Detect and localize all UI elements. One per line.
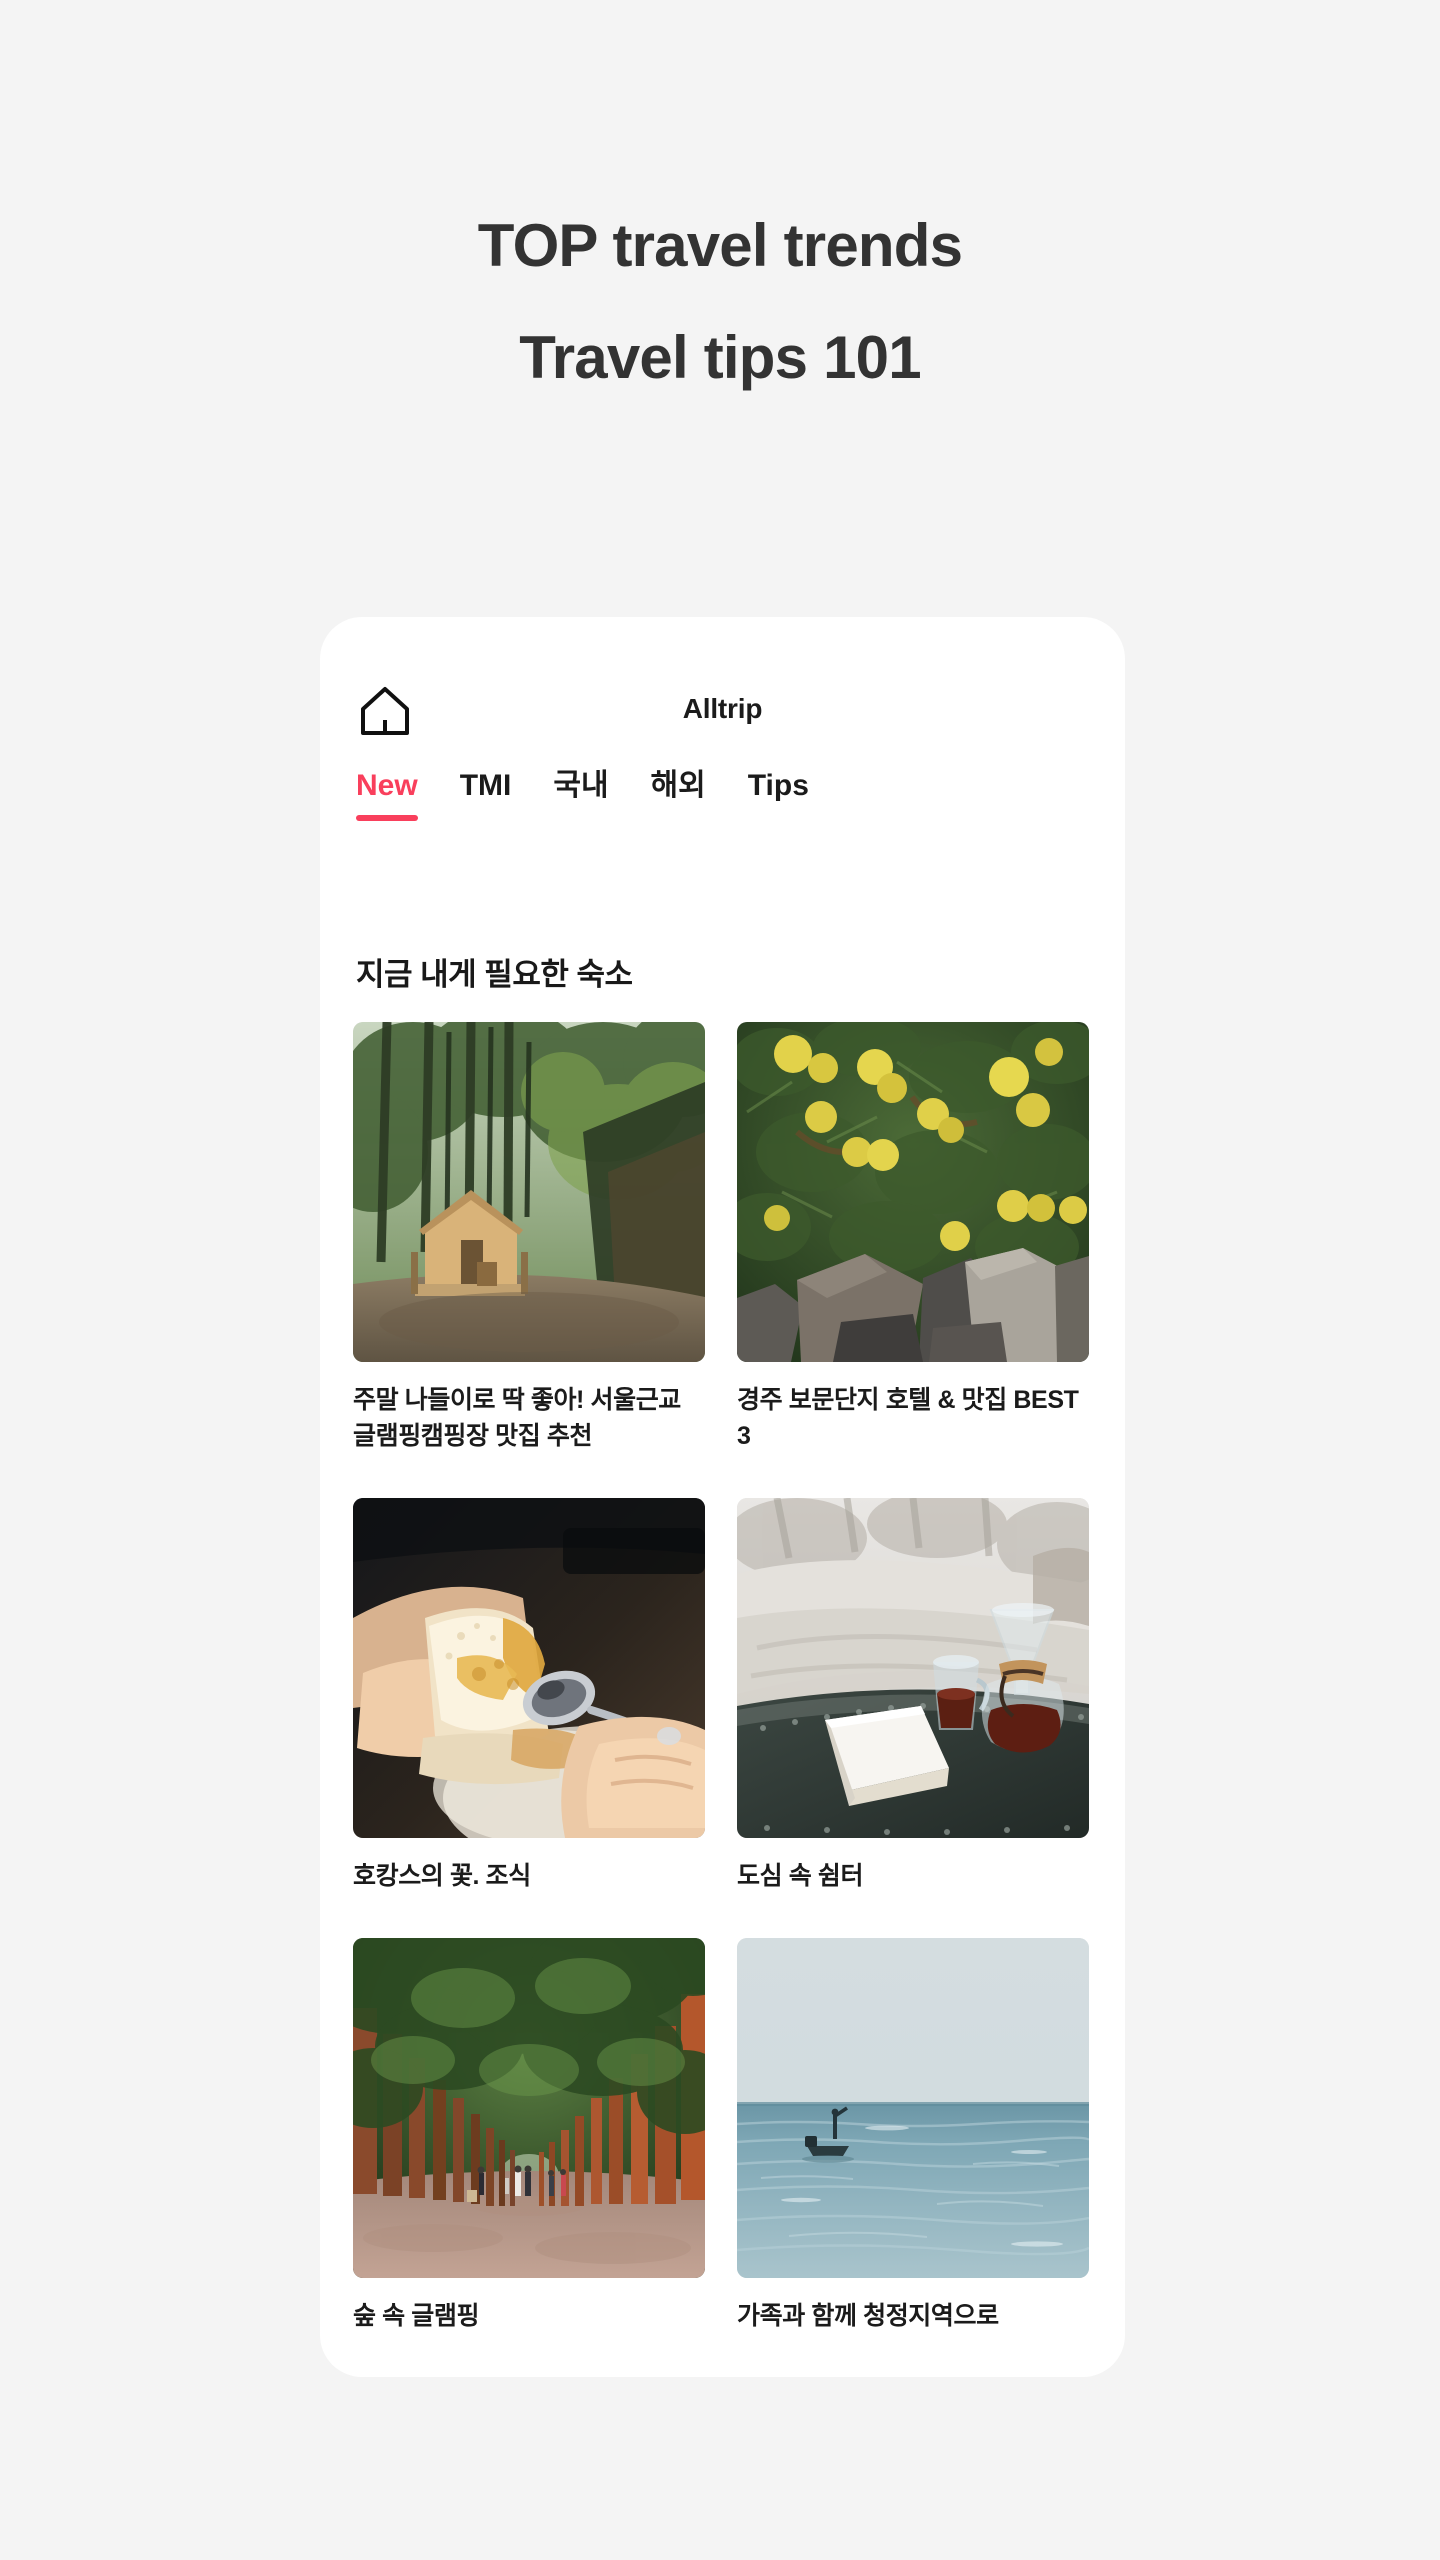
tab-new[interactable]: New (356, 767, 418, 821)
tab-bar: New TMI 국내 해외 Tips (320, 767, 1125, 863)
hero-line-1: TOP travel trends (477, 212, 963, 279)
tangerine-tree-stone-wall-photo (737, 1022, 1089, 1362)
tab-tips[interactable]: Tips (748, 767, 809, 821)
tab-overseas[interactable]: 해외 (651, 767, 706, 821)
card-caption: 호캉스의 꽃. 조식 (353, 1862, 531, 1890)
card-caption: 숲 속 글램핑 (353, 2302, 480, 2330)
section-title: 지금 내게 필요한 숙소 (356, 957, 633, 992)
forest-glamping-tent-photo (353, 1022, 705, 1362)
card-caption: 경주 보문단지 호텔 & 맛집 BEST 3 (737, 1386, 1079, 1450)
app-title: Alltrip (682, 693, 763, 724)
tab-domestic[interactable]: 국내 (553, 767, 608, 821)
card-caption: 가족과 함께 청정지역으로 (737, 2302, 999, 2330)
hero-line-2: Travel tips 101 (519, 324, 921, 391)
hero-heading: TOP travel trends Travel tips 101 (0, 190, 1440, 414)
hands-bread-jam-spoon-photo (353, 1498, 705, 1838)
app-bar: Alltrip (320, 617, 1125, 767)
card-item[interactable]: 숲 속 글램핑 (353, 1938, 705, 2334)
card-item[interactable]: 경주 보문단지 호텔 & 맛집 BEST 3 (737, 1022, 1089, 1454)
page-root: TOP travel trends Travel tips 101 Alltri… (0, 0, 1440, 2560)
chemex-coffee-book-table-photo (737, 1498, 1089, 1838)
card-item[interactable]: 가족과 함께 청정지역으로 (737, 1938, 1089, 2334)
card-grid: 주말 나들이로 딱 좋아! 서울근교 글램핑캠핑장 맛집 추천 경주 보문단지 … (320, 1022, 1125, 2334)
phone-mockup: Alltrip New TMI 국내 해외 Tips 지금 내게 필요한 숙소 (320, 617, 1125, 2377)
card-item[interactable]: 호캉스의 꽃. 조식 (353, 1498, 705, 1894)
tab-tmi[interactable]: TMI (460, 767, 512, 821)
metasequoia-tree-lined-path-photo (353, 1938, 705, 2278)
card-item[interactable]: 주말 나들이로 딱 좋아! 서울근교 글램핑캠핑장 맛집 추천 (353, 1022, 705, 1454)
card-item[interactable]: 도심 속 쉼터 (737, 1498, 1089, 1894)
card-caption: 주말 나들이로 딱 좋아! 서울근교 글램핑캠핑장 맛집 추천 (353, 1386, 681, 1450)
calm-sea-fishing-boat-photo (737, 1938, 1089, 2278)
card-caption: 도심 속 쉼터 (737, 1862, 864, 1890)
